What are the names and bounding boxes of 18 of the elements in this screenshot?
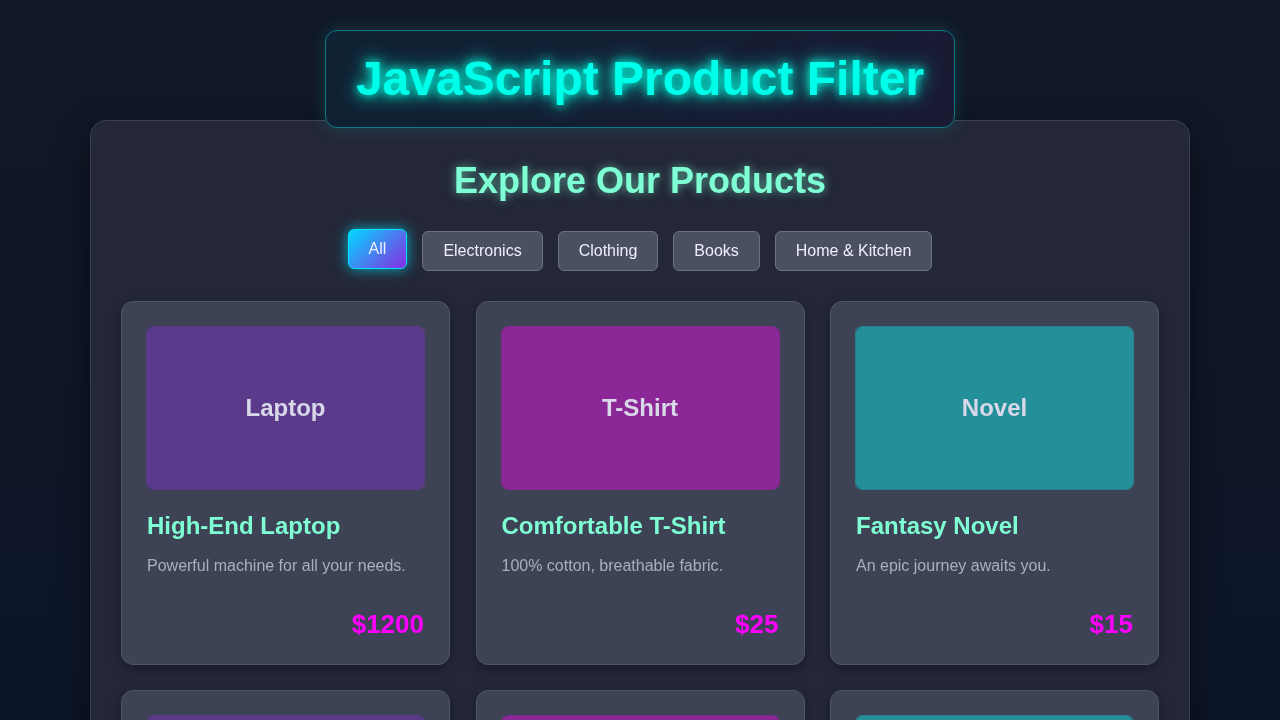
- product-description: An epic journey awaits you.: [856, 556, 1052, 576]
- image-label: T-Shirt: [602, 394, 678, 422]
- filter-button[interactable]: Clothing: [557, 231, 659, 271]
- image-label: Novel: [961, 394, 1028, 422]
- product-name: Comfortable T-Shirt: [501, 511, 727, 541]
- product-description: 100% cotton, breathable fabric.: [501, 556, 724, 576]
- product-name: High-End Laptop: [147, 511, 342, 541]
- filter-button[interactable]: Home & Kitchen: [774, 231, 933, 271]
- product-description: Powerful machine for all your needs.: [147, 556, 407, 576]
- product-name: Fantasy Novel: [856, 511, 1020, 541]
- product-price: $15: [1089, 609, 1133, 639]
- filter-button[interactable]: Books: [673, 231, 760, 271]
- section-title: Explore Our Products: [453, 159, 827, 203]
- product-price: $1200: [351, 609, 424, 639]
- page-title: JavaScript Product Filter: [355, 51, 925, 107]
- product-price: $25: [735, 609, 779, 639]
- image-label: Laptop: [245, 394, 326, 422]
- filter-button[interactable]: Electronics: [422, 231, 543, 271]
